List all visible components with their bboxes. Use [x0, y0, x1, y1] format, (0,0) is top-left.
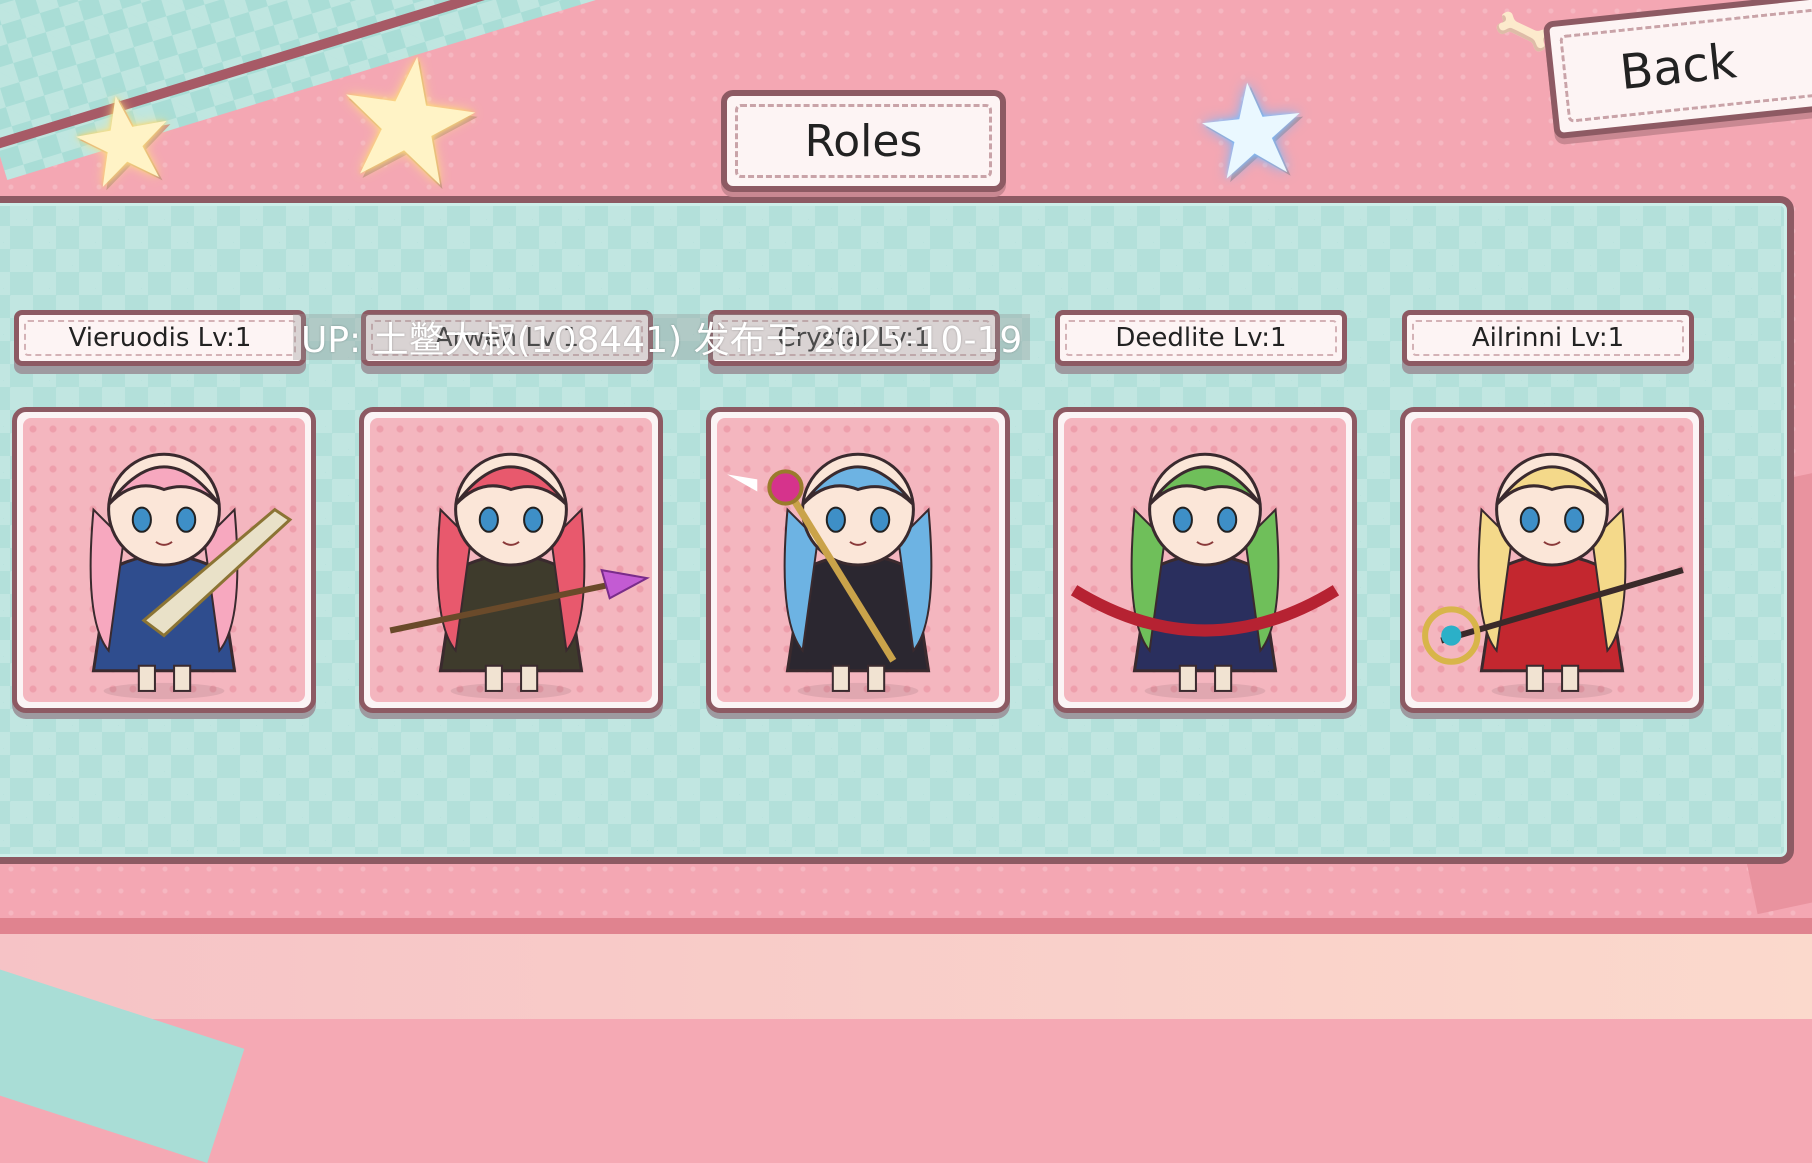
role-name-text: Vieruodis Lv:1	[68, 323, 252, 353]
role-card-deedlite[interactable]	[1053, 407, 1357, 713]
star-icon: ★	[318, 12, 498, 230]
role-card-ailrinni[interactable]	[1400, 407, 1704, 713]
role-portrait	[1064, 418, 1346, 702]
page-title-text: Roles	[804, 115, 923, 167]
role-name-label: Deedlite Lv:1	[1055, 310, 1347, 366]
watermark: UP: 土鳖大叔(108441) 发布于 2025-10-19	[293, 314, 1031, 361]
role-name-text: Deedlite Lv:1	[1115, 323, 1287, 353]
role-card-crystal[interactable]	[706, 407, 1010, 713]
role-name-text: Ailrinni Lv:1	[1471, 323, 1625, 353]
role-card-vieruodis[interactable]	[12, 407, 316, 713]
character-sprite	[89, 452, 293, 699]
bottom-band	[0, 918, 1812, 934]
bottom-area	[0, 934, 1812, 1019]
role-portrait	[717, 418, 999, 702]
role-name-label: Vieruodis Lv:1	[14, 310, 306, 366]
character-sprite	[389, 452, 650, 699]
character-sprite	[727, 452, 933, 699]
page-title: Roles	[721, 90, 1006, 192]
star-icon: ★	[1187, 51, 1318, 212]
star-icon: ★	[58, 63, 189, 220]
role-portrait	[370, 418, 652, 702]
role-card-arwen[interactable]	[359, 407, 663, 713]
character-sprite	[1422, 452, 1684, 699]
role-portrait	[23, 418, 305, 702]
role-portrait	[1411, 418, 1693, 702]
character-sprite	[1070, 452, 1340, 699]
role-name-label: Ailrinni Lv:1	[1402, 310, 1694, 366]
